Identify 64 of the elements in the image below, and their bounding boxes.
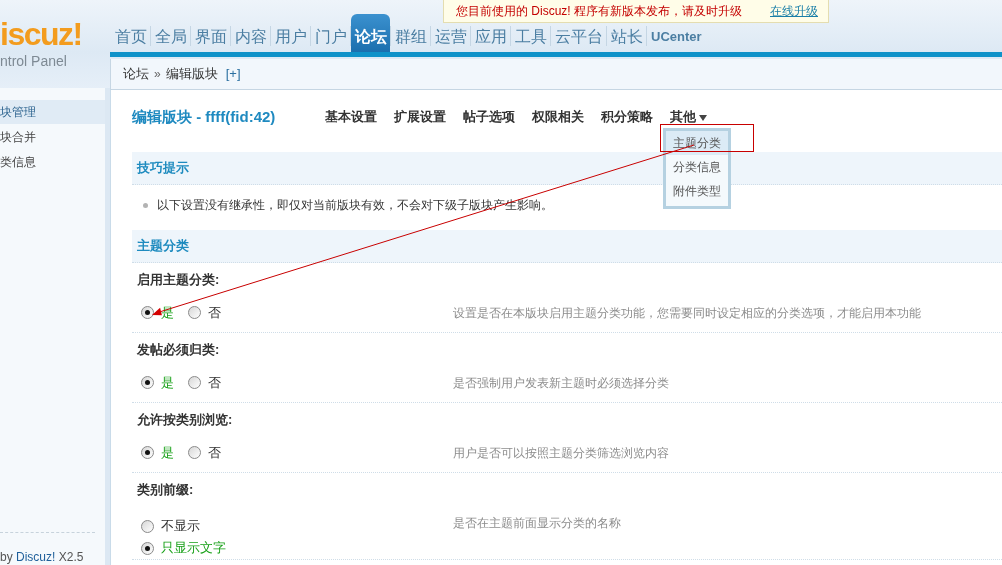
radio-label[interactable]: 是 <box>161 444 174 461</box>
nav-tab[interactable]: 门户 <box>311 24 350 52</box>
radio-button[interactable] <box>188 306 201 319</box>
page-tab[interactable]: 权限相关 <box>532 107 584 127</box>
notice-message: 您目前使用的 Discuz! 程序有新版本发布，请及时升级 <box>456 3 742 20</box>
setting-label: 发帖必须归类: <box>137 342 220 358</box>
nav-tab[interactable]: 工具 <box>511 24 550 52</box>
nav-tab[interactable]: 首页 <box>111 24 150 52</box>
setting-label: 允许按类别浏览: <box>137 412 233 428</box>
radio-button[interactable] <box>188 446 201 459</box>
nav-tab[interactable]: 全局 <box>151 24 190 52</box>
menu-item[interactable]: 主题分类 <box>666 131 728 155</box>
nav-tab[interactable]: 应用 <box>471 24 510 52</box>
menu-item[interactable]: 附件类型 <box>666 179 728 203</box>
nav-tab[interactable]: 界面 <box>191 24 230 52</box>
nav-tab[interactable]: 内容 <box>231 24 270 52</box>
logo-subtitle: ntrol Panel <box>0 53 67 69</box>
radio-label[interactable]: 否 <box>208 374 221 391</box>
nav-tab[interactable]: 运营 <box>431 24 470 52</box>
caret-icon <box>699 115 707 121</box>
footer-credit: by Discuz! X2.5 <box>0 550 84 564</box>
radio-label[interactable]: 否 <box>208 444 221 461</box>
radio-label[interactable]: 不显示 <box>161 518 200 534</box>
radio-label[interactable]: 是 <box>161 374 174 391</box>
setting-description: 是否在主题前面显示分类的名称 <box>453 515 621 531</box>
radio-button[interactable] <box>141 376 154 389</box>
sidebar-item[interactable]: 类信息 <box>0 150 105 174</box>
notice-link[interactable]: 在线升级 <box>770 2 818 20</box>
section-title: 主题分类 <box>137 238 189 254</box>
bullet-icon <box>143 202 148 208</box>
breadcrumb-link[interactable]: 论坛 <box>123 64 149 84</box>
page-tab[interactable]: 帖子选项 <box>463 107 515 127</box>
setting-label: 启用主题分类: <box>137 272 220 288</box>
radio-button[interactable] <box>141 519 154 533</box>
sidebar-item[interactable]: 块管理 <box>0 100 105 124</box>
radio-button[interactable] <box>141 306 154 319</box>
nav-tab[interactable]: 云平台 <box>551 24 606 52</box>
setting-label: 类别前缀: <box>137 482 194 498</box>
nav-tab[interactable]: 站长 <box>607 24 646 52</box>
nav-tab[interactable]: 论坛 <box>351 14 390 52</box>
breadcrumb-separator: » <box>154 66 161 83</box>
setting-description: 设置是否在本版块启用主题分类功能，您需要同时设定相应的分类选项，才能启用本功能 <box>453 304 921 321</box>
dropdown-tab[interactable]: 其他 <box>670 107 707 127</box>
menu-item[interactable]: 分类信息 <box>666 155 728 179</box>
radio-button[interactable] <box>188 376 201 389</box>
setting-description: 是否强制用户发表新主题时必须选择分类 <box>453 374 669 391</box>
page-title: 编辑版块 - ffff(fid:42) <box>132 107 276 127</box>
page-tab[interactable]: 扩展设置 <box>394 107 446 127</box>
section-title: 技巧提示 <box>137 160 189 176</box>
logo-title: iscuz! <box>0 17 82 51</box>
radio-label[interactable]: 否 <box>208 304 221 321</box>
radio-label[interactable]: 只显示文字 <box>161 540 226 556</box>
breadcrumb-toggle[interactable]: [+] <box>225 64 241 84</box>
nav-tab[interactable]: 用户 <box>271 24 310 52</box>
nav-tab[interactable]: 群组 <box>391 24 430 52</box>
discuz-link[interactable]: Discuz! <box>16 550 56 564</box>
sidebar-item[interactable]: 块合并 <box>0 125 105 149</box>
radio-button[interactable] <box>141 446 154 459</box>
breadcrumb-current: 编辑版块 <box>165 65 218 84</box>
page-tab[interactable]: 基本设置 <box>325 107 377 127</box>
setting-description: 用户是否可以按照主题分类筛选浏览内容 <box>453 444 669 461</box>
nav-tab[interactable]: UCenter <box>647 24 705 52</box>
radio-button[interactable] <box>141 541 154 555</box>
page-tab[interactable]: 积分策略 <box>601 107 653 127</box>
